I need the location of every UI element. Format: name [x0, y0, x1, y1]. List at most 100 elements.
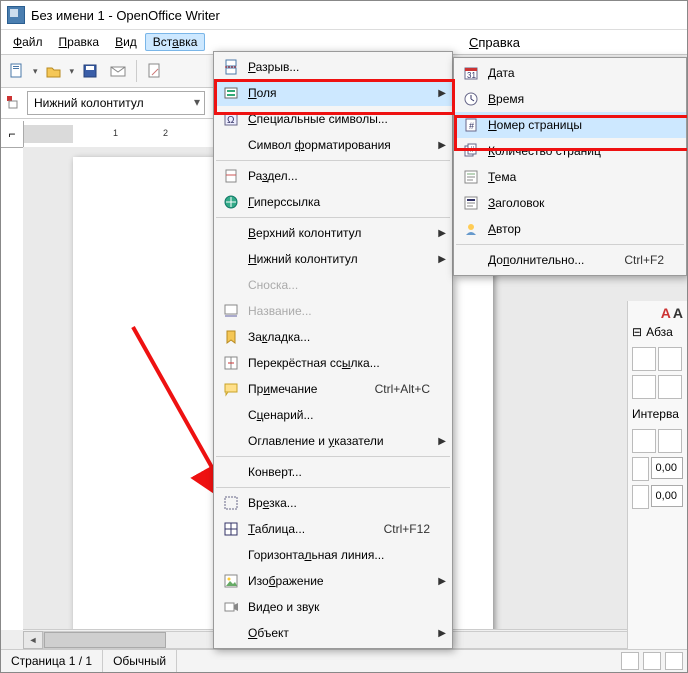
fields-item-subject-label: Тема [484, 170, 664, 184]
insert-item-footer[interactable]: Нижний колонтитул▶ [214, 246, 452, 272]
status-page[interactable]: Страница 1 / 1 [1, 650, 103, 672]
insert-item-formatting[interactable]: Символ форматирования▶ [214, 132, 452, 158]
insert-item-media[interactable]: Видео и звук [214, 594, 452, 620]
fields-item-pagenum[interactable]: #Номер страницы [454, 112, 686, 138]
char-highlight-a-icon[interactable]: A [673, 305, 683, 321]
insert-item-indexes[interactable]: Оглавление и указатели▶ [214, 428, 452, 454]
edit-doc-button[interactable] [143, 59, 167, 83]
new-doc-button[interactable] [5, 59, 29, 83]
bullets-button[interactable] [632, 375, 656, 399]
insert-item-envelope[interactable]: Конверт... [214, 459, 452, 485]
insert-item-object-label: Объект [244, 626, 430, 640]
fields-item-time[interactable]: Время [454, 86, 686, 112]
pagecount-icon: # [458, 138, 484, 164]
save-button[interactable] [78, 59, 102, 83]
insert-item-special[interactable]: ΩСпециальные символы... [214, 106, 452, 132]
open-button[interactable] [42, 59, 66, 83]
blank [218, 272, 244, 298]
paragraph-style-combo[interactable]: Нижний колонтитул [27, 91, 205, 115]
insert-item-comment[interactable]: ПримечаниеCtrl+Alt+C [214, 376, 452, 402]
insert-item-script[interactable]: Сценарий... [214, 402, 452, 428]
decrease-spacing-button[interactable] [658, 429, 682, 453]
char-color-a-icon[interactable]: A [661, 305, 671, 321]
insert-item-fields[interactable]: Поля▶ [214, 80, 452, 106]
pagenum-icon: # [458, 112, 484, 138]
author-icon [458, 216, 484, 242]
insert-item-indexes-label: Оглавление и указатели [244, 434, 430, 448]
fields-item-title[interactable]: Заголовок [454, 190, 686, 216]
fields-item-other[interactable]: Дополнительно...Ctrl+F2 [454, 247, 686, 273]
section-collapse-icon[interactable]: ⊟ [632, 325, 642, 339]
insert-item-formatting-label: Символ форматирования [244, 138, 430, 152]
insert-item-break-label: Разрыв... [244, 60, 430, 74]
insert-item-crossref-label: Перекрёстная ссылка... [244, 356, 430, 370]
insert-item-break[interactable]: Разрыв... [214, 54, 452, 80]
menu-edit[interactable]: Правка [51, 33, 108, 51]
indent-icon [632, 457, 649, 481]
fields-item-other-label: Дополнительно... [484, 253, 606, 267]
insert-item-table[interactable]: Таблица...Ctrl+F12 [214, 516, 452, 542]
insert-item-crossref[interactable]: Перекрёстная ссылка... [214, 350, 452, 376]
insert-item-hrule[interactable]: Горизонтальная линия... [214, 542, 452, 568]
sidebar-paragraph-section[interactable]: ⊟ Абза [632, 321, 683, 343]
scroll-thumb[interactable] [44, 632, 166, 648]
insert-item-section[interactable]: Раздел... [214, 163, 452, 189]
app-window: Без имени 1 - OpenOffice Writer Файл Пра… [0, 0, 688, 673]
fields-item-title-label: Заголовок [484, 196, 664, 210]
insert-item-image[interactable]: Изображение ▶ [214, 568, 452, 594]
date-icon: 31 [458, 60, 484, 86]
fields-item-author[interactable]: Автор [454, 216, 686, 242]
align-left-button[interactable] [632, 347, 656, 371]
insert-item-separator [216, 487, 450, 488]
menu-file[interactable]: Файл [5, 33, 51, 51]
insert-item-separator [216, 456, 450, 457]
fields-item-date[interactable]: 31Дата [454, 60, 686, 86]
insert-item-footnote-label: Сноска... [244, 278, 430, 292]
indent-input[interactable]: 0,00 [651, 457, 683, 479]
insert-item-separator [216, 217, 450, 218]
insert-item-object[interactable]: Объект▶ [214, 620, 452, 646]
blank [218, 402, 244, 428]
title-icon [458, 190, 484, 216]
menu-help[interactable]: Справка [469, 35, 520, 50]
menu-view[interactable]: Вид [107, 33, 145, 51]
status-icon-2[interactable] [643, 652, 661, 670]
insert-item-hyperlink[interactable]: Гиперссылка [214, 189, 452, 215]
email-button[interactable] [106, 59, 130, 83]
page-break-icon [218, 54, 244, 80]
tab-stop-corner[interactable]: ⌐ [1, 121, 24, 148]
fields-item-pagecount[interactable]: #Количество страниц [454, 138, 686, 164]
status-icon-1[interactable] [621, 652, 639, 670]
align-center-button[interactable] [658, 347, 682, 371]
insert-item-footnote: Сноска... [214, 272, 452, 298]
status-style[interactable]: Обычный [103, 650, 177, 672]
insert-item-image-label: Изображение [244, 574, 430, 588]
submenu-arrow-icon: ▶ [438, 576, 446, 587]
bookmark-icon [218, 324, 244, 350]
spacing-input[interactable]: 0,00 [651, 485, 683, 507]
numbering-button[interactable] [658, 375, 682, 399]
insert-item-header[interactable]: Верхний колонтитул▶ [214, 220, 452, 246]
vertical-ruler[interactable]: ⌐ [1, 147, 24, 630]
blank [218, 542, 244, 568]
table-icon [218, 516, 244, 542]
blank [218, 220, 244, 246]
statusbar: Страница 1 / 1 Обычный [1, 649, 687, 672]
special-char-icon: Ω [218, 106, 244, 132]
increase-spacing-button[interactable] [632, 429, 656, 453]
svg-text:31: 31 [467, 71, 476, 80]
insert-item-table-shortcut: Ctrl+F12 [366, 522, 430, 536]
fields-item-subject[interactable]: Тема [454, 164, 686, 190]
status-icon-3[interactable] [665, 652, 683, 670]
blank [218, 459, 244, 485]
fields-submenu: 31ДатаВремя#Номер страницы#Количество ст… [453, 57, 687, 276]
menu-insert[interactable]: Вставка [145, 33, 206, 51]
hyperlink-icon [218, 189, 244, 215]
insert-item-hyperlink-label: Гиперссылка [244, 195, 430, 209]
styles-button[interactable] [5, 94, 21, 113]
insert-item-bookmark[interactable]: Закладка... [214, 324, 452, 350]
spacing-icon [632, 485, 649, 509]
scroll-left-button[interactable]: ◄ [23, 631, 43, 649]
insert-item-frame[interactable]: Врезка... [214, 490, 452, 516]
insert-item-section-label: Раздел... [244, 169, 430, 183]
